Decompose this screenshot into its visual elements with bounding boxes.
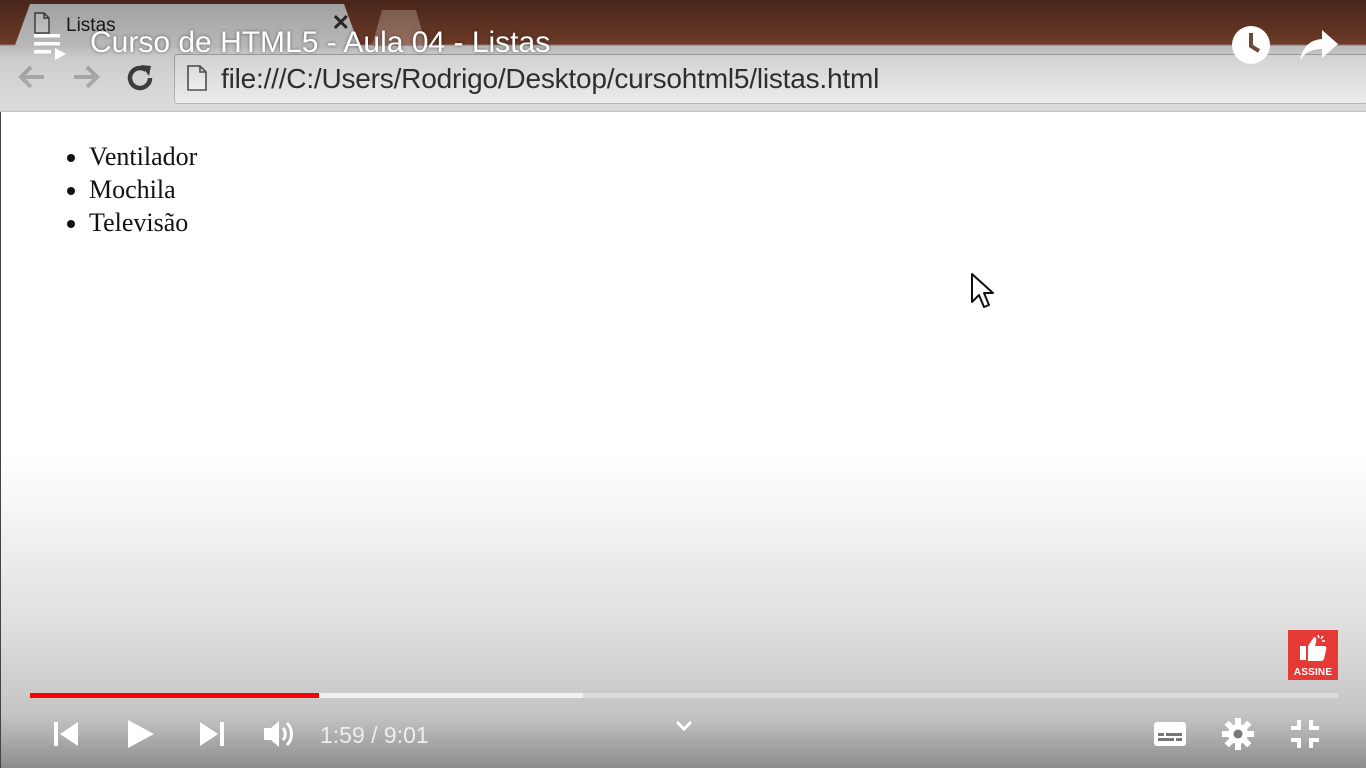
exit-fullscreen-icon[interactable]: [1288, 716, 1322, 752]
list-item: Mochila: [89, 173, 197, 206]
chevron-down-icon[interactable]: [674, 718, 694, 734]
web-page-content: Ventilador Mochila Televisão: [0, 112, 1366, 768]
address-bar: file:///C:/Users/Rodrigo/Desktop/cursoht…: [174, 54, 1366, 104]
address-url: file:///C:/Users/Rodrigo/Desktop/cursoht…: [221, 63, 880, 94]
file-icon: [34, 12, 50, 34]
skip-previous-icon[interactable]: [52, 716, 82, 752]
subtitles-icon[interactable]: [1152, 716, 1188, 752]
subscribe-badge[interactable]: ASSINE: [1288, 630, 1338, 680]
skip-next-icon[interactable]: [196, 716, 226, 752]
subscribe-label: ASSINE: [1293, 667, 1333, 678]
mouse-cursor-icon: [971, 273, 994, 308]
thumbs-up-icon: [1300, 634, 1327, 661]
back-arrow-icon: [18, 65, 44, 89]
list-item: Televisão: [89, 206, 197, 239]
share-arrow-icon[interactable]: [1298, 26, 1340, 64]
play-icon[interactable]: [124, 716, 158, 752]
gear-icon[interactable]: [1220, 716, 1256, 752]
clock-icon[interactable]: [1230, 24, 1272, 66]
volume-icon[interactable]: [262, 716, 296, 752]
progress-bar[interactable]: [30, 693, 1338, 698]
file-icon: [187, 65, 207, 91]
time-display: 1:59 / 9:01: [320, 722, 429, 748]
video-title[interactable]: Curso de HTML5 - Aula 04 - Listas: [90, 26, 550, 60]
forward-arrow-icon: [74, 65, 100, 89]
playlist-icon[interactable]: [34, 32, 68, 62]
unordered-list: Ventilador Mochila Televisão: [49, 140, 197, 239]
reload-icon: [127, 65, 153, 91]
list-item: Ventilador: [89, 140, 197, 173]
progress-played: [30, 693, 320, 698]
